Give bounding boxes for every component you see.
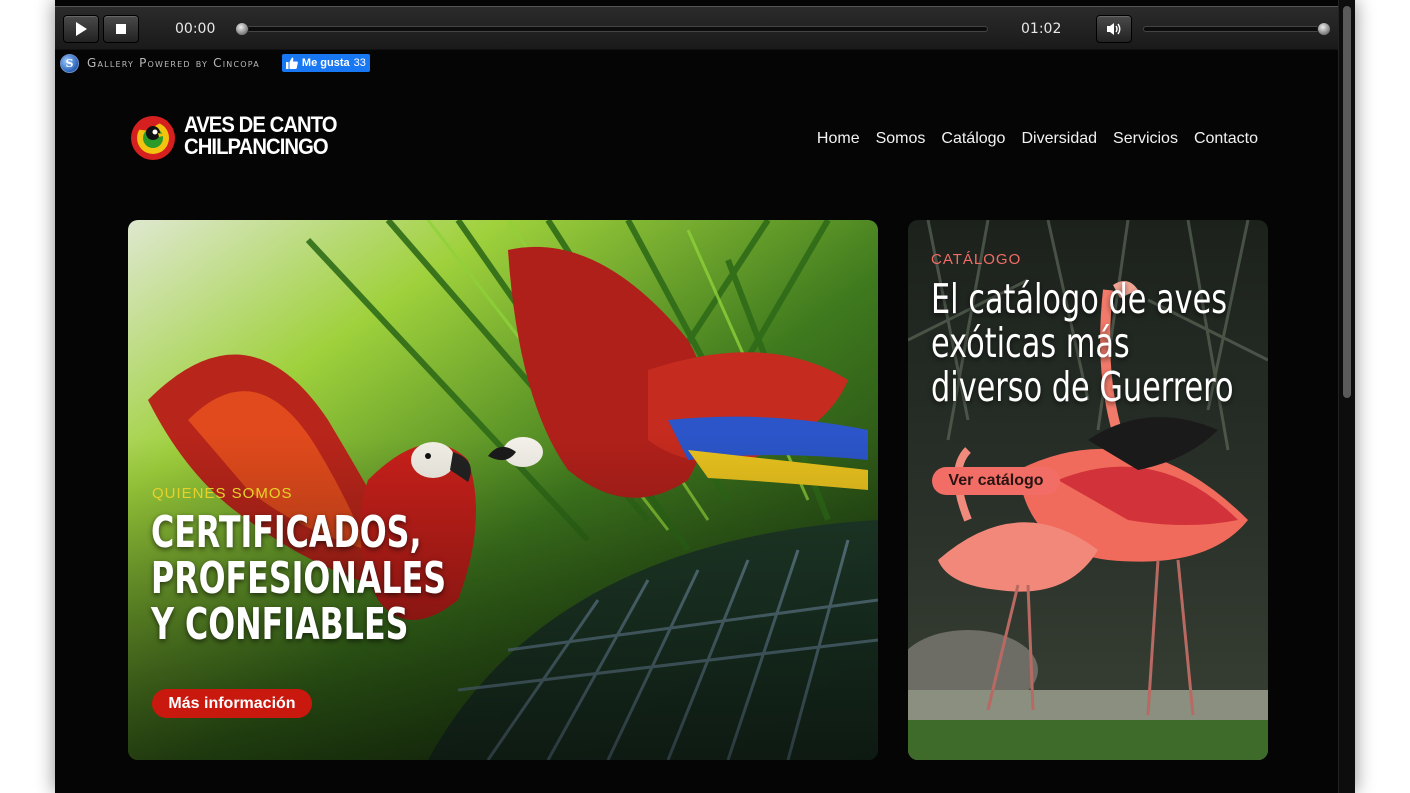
- thumbs-up-icon: [285, 57, 298, 69]
- catalog-card: CATÁLOGO El catálogo de aves exóticas má…: [908, 220, 1268, 760]
- nav-home[interactable]: Home: [817, 130, 860, 148]
- main-nav: Home Somos Catálogo Diversidad Servicios…: [817, 130, 1258, 148]
- volume-icon: [1107, 23, 1121, 35]
- mute-button[interactable]: [1096, 15, 1132, 43]
- current-time: 00:00: [175, 21, 216, 37]
- hero-headline: CERTIFICADOS, PROFESIONALES Y CONFIABLES: [151, 510, 446, 648]
- browser-content: 00:00 01:02 S Gallery Powered by Cincopa…: [55, 0, 1355, 793]
- catalog-eyebrow: CATÁLOGO: [931, 251, 1022, 268]
- mas-informacion-button[interactable]: Más información: [152, 689, 312, 718]
- cincopa-logo-icon[interactable]: S: [60, 53, 79, 73]
- hero-card: QUIENES SOMOS CERTIFICADOS, PROFESIONALE…: [128, 220, 878, 760]
- hero-eyebrow: QUIENES SOMOS: [152, 485, 293, 502]
- nav-diversidad[interactable]: Diversidad: [1021, 130, 1097, 148]
- hero-headline-line-3: Y CONFIABLES: [151, 599, 409, 650]
- like-label: Me gusta: [301, 57, 350, 69]
- like-count: 33: [353, 57, 366, 69]
- hero-headline-line-1: CERTIFICADOS,: [151, 507, 422, 558]
- audio-player: 00:00 01:02: [55, 6, 1339, 50]
- volume-track[interactable]: [1143, 26, 1331, 32]
- gallery-strip: S Gallery Powered by Cincopa Me gusta 33: [60, 52, 370, 74]
- gallery-powered-link[interactable]: Gallery Powered by Cincopa: [87, 56, 260, 70]
- catalog-headline-line-1: El catálogo de aves: [931, 275, 1228, 323]
- stop-icon: [116, 24, 126, 34]
- nav-catalogo[interactable]: Catálogo: [941, 130, 1005, 148]
- logo-text: AVES DE CANTO CHILPANCINGO: [184, 112, 338, 159]
- bird-logo-icon: [131, 116, 175, 160]
- play-icon: [76, 22, 87, 36]
- play-button[interactable]: [63, 15, 99, 43]
- catalog-headline-line-2: exóticas más: [931, 319, 1130, 367]
- logo-line-2: CHILPANCINGO: [184, 134, 329, 159]
- logo-line-1: AVES DE CANTO: [184, 112, 338, 137]
- hero-headline-line-2: PROFESIONALES: [151, 553, 447, 604]
- stop-button[interactable]: [103, 15, 139, 43]
- volume-handle[interactable]: [1317, 22, 1331, 36]
- ver-catalogo-button[interactable]: Ver catálogo: [932, 467, 1060, 495]
- catalog-headline: El catálogo de aves exóticas más diverso…: [931, 277, 1234, 409]
- site-logo[interactable]: AVES DE CANTO CHILPANCINGO: [128, 111, 350, 161]
- scrollbar-thumb[interactable]: [1343, 6, 1351, 398]
- vertical-scrollbar[interactable]: [1338, 0, 1355, 793]
- progress-track[interactable]: [239, 26, 988, 32]
- nav-somos[interactable]: Somos: [876, 130, 926, 148]
- nav-contacto[interactable]: Contacto: [1194, 130, 1258, 148]
- facebook-like-button[interactable]: Me gusta 33: [281, 54, 370, 72]
- progress-handle[interactable]: [235, 22, 249, 36]
- nav-servicios[interactable]: Servicios: [1113, 130, 1178, 148]
- duration-time: 01:02: [1021, 21, 1062, 37]
- catalog-headline-line-3: diverso de Guerrero: [931, 363, 1234, 411]
